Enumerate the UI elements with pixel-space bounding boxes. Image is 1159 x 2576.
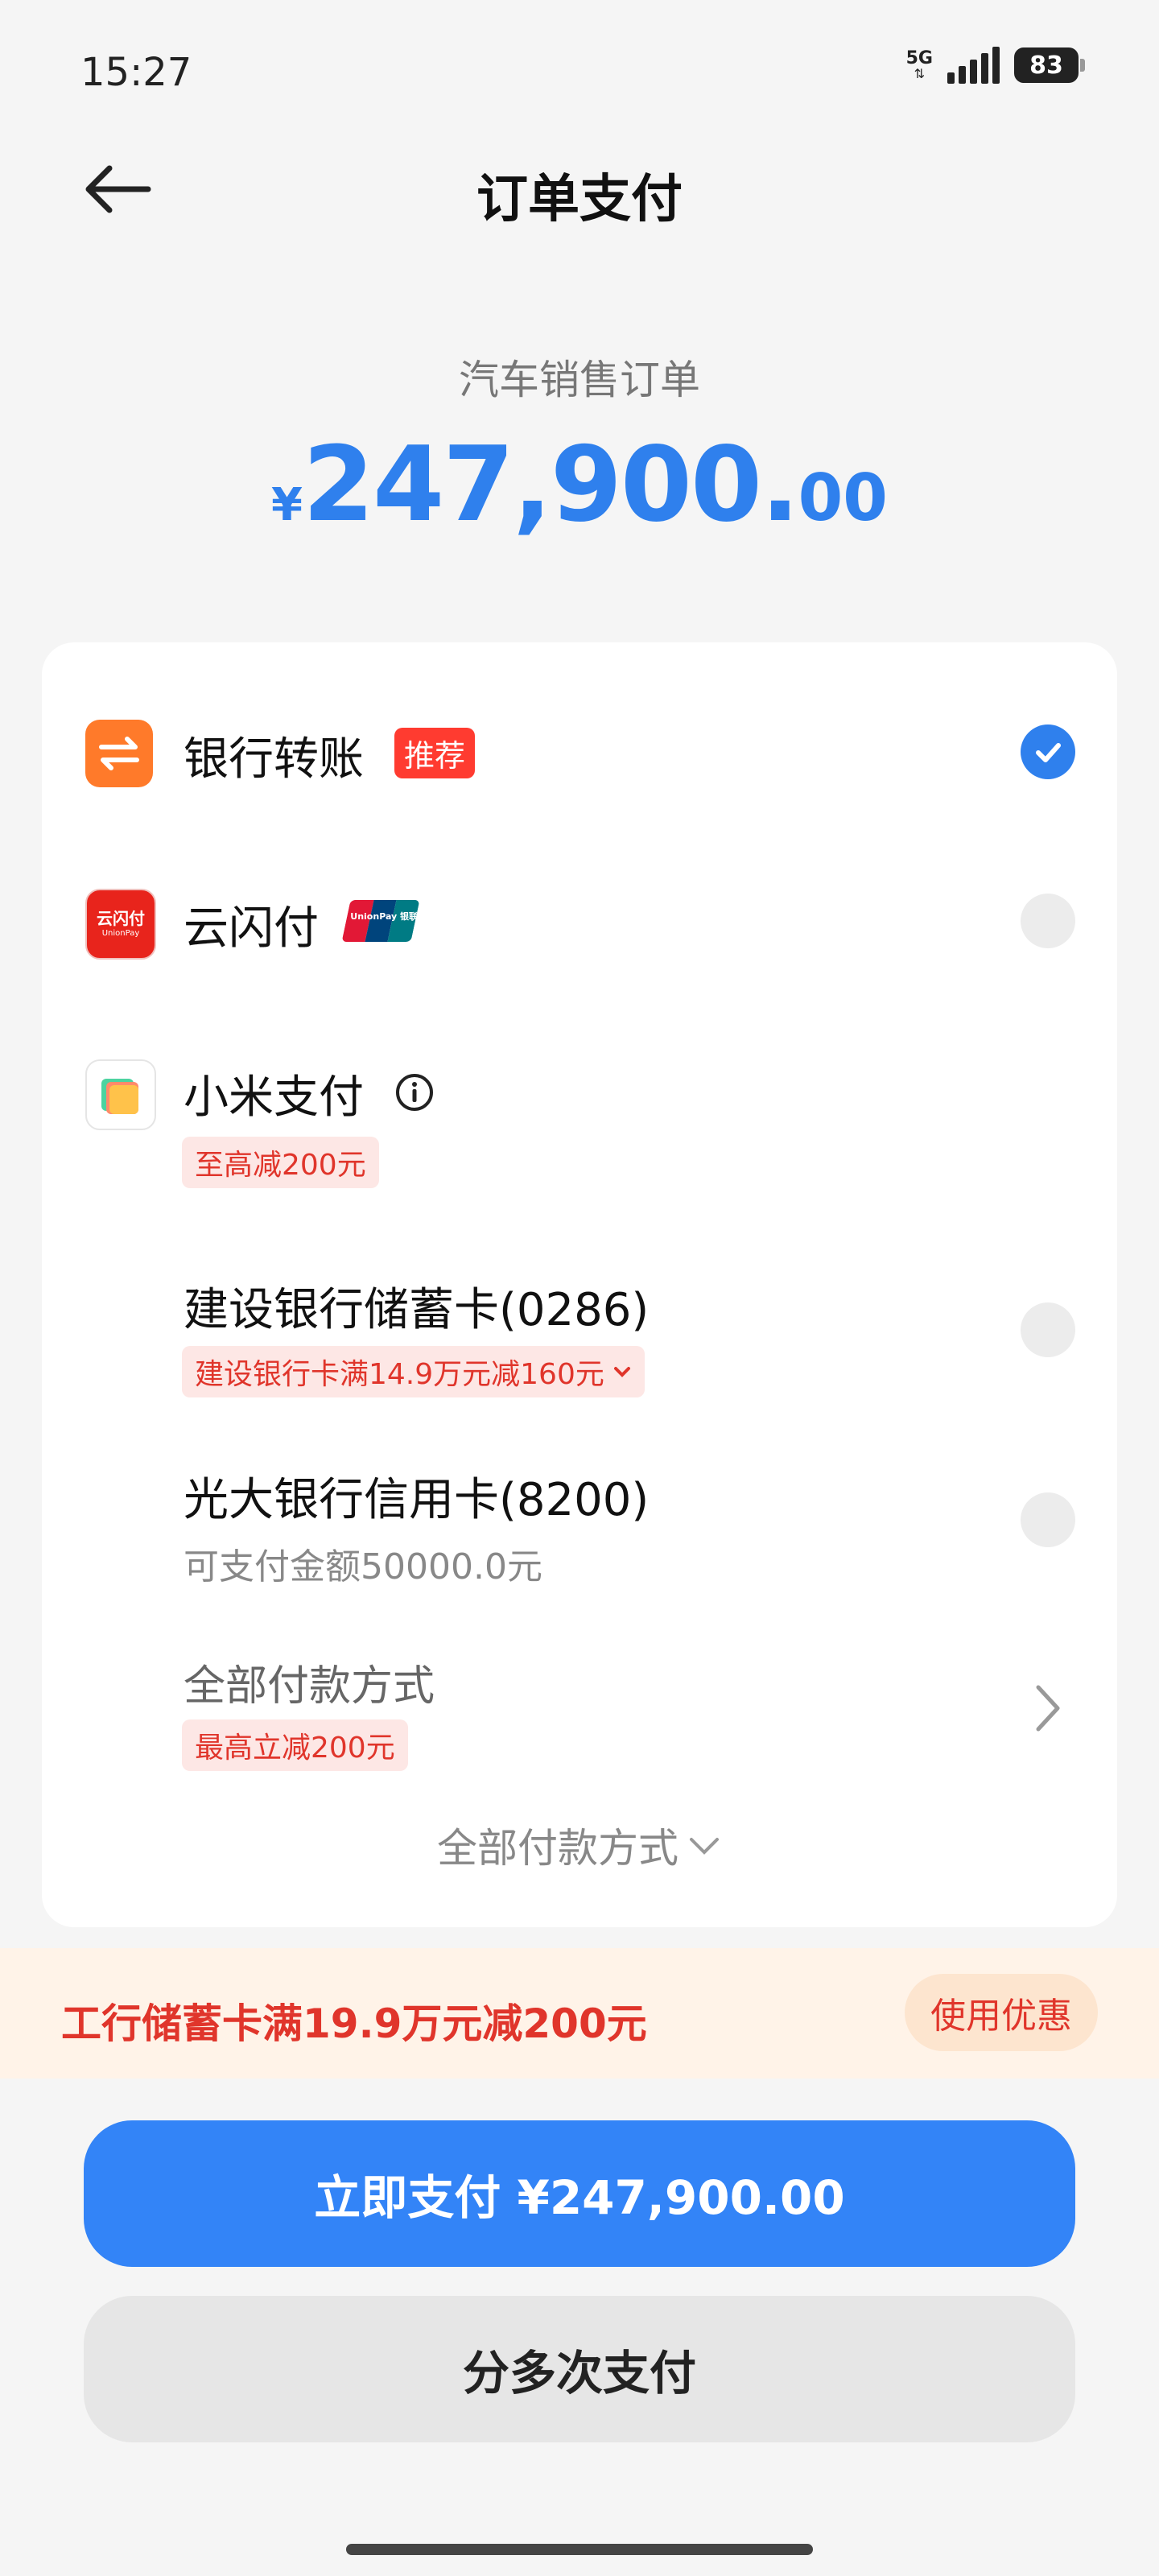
chevron-right-icon [1032,1682,1064,1737]
ccb-card-promo-text: 建设银行卡满14.9万元减160元 [195,1358,604,1391]
cloud-pay-icon-sub: UnionPay [101,929,140,938]
pay-now-button[interactable]: 立即支付 ¥247,900.00 [84,2120,1075,2267]
all-methods-label: 全部付款方式 [184,1662,435,1711]
info-icon[interactable] [394,1072,435,1113]
ceb-card-radio[interactable] [1021,1492,1075,1547]
bank-transfer-radio[interactable] [1021,724,1075,779]
unionpay-logo-text: UnionPay 银联 [350,911,419,922]
amount-integer: 247,900. [303,425,800,545]
battery-icon: 83 [1014,47,1085,83]
unionpay-logo: UnionPay 银联 [341,900,420,942]
order-amount: ¥247,900.00 [0,425,1159,545]
order-subtitle: 汽车销售订单 [459,357,700,403]
use-discount-button[interactable]: 使用优惠 [905,1974,1098,2051]
page-title: 订单支付 [476,170,683,229]
ccb-card-promo[interactable]: 建设银行卡满14.9万元减160元 [182,1346,645,1397]
split-payment-button[interactable]: 分多次支付 [84,2296,1075,2442]
expand-all-methods-label: 全部付款方式 [437,1825,678,1872]
battery-level: 83 [1029,51,1063,80]
bank-transfer-icon [85,720,153,787]
status-time: 15:27 [80,50,192,95]
cloud-pay-label: 云闪付 [184,902,319,955]
chevron-down-icon [690,1838,719,1855]
cloud-pay-icon-text: 云闪付 [97,909,145,928]
ccb-card-label: 建设银行储蓄卡(0286) [184,1284,650,1336]
recommend-badge: 推荐 [394,728,476,778]
network-indicator: 5G ⇅ [905,48,933,81]
ceb-card-label: 光大银行信用卡(8200) [184,1474,650,1526]
chevron-down-icon [613,1367,630,1377]
cloud-pay-radio[interactable] [1021,894,1075,948]
mi-pay-label: 小米支付 [184,1071,364,1124]
home-indicator[interactable] [346,2544,813,2555]
mi-pay-promo: 至高减200元 [182,1137,379,1188]
promo-banner-text: 工行储蓄卡满19.9万元减200元 [61,2000,647,2047]
mi-pay-icon [85,1059,156,1130]
check-icon [1036,743,1061,762]
status-icons: 5G ⇅ 83 [905,47,1085,84]
cloud-pay-icon: 云闪付 UnionPay [85,889,156,960]
network-type: 5G [905,48,933,68]
ccb-card-radio[interactable] [1021,1302,1075,1357]
amount-decimal: 00 [798,460,888,535]
signal-icon [947,47,1000,84]
expand-all-methods[interactable]: 全部付款方式 [0,1816,1159,1874]
ceb-card-available: 可支付金额50000.0元 [184,1546,542,1587]
bank-transfer-label: 银行转账 [184,733,364,786]
all-methods-promo: 最高立减200元 [182,1719,408,1771]
amount-currency: ¥ [271,479,303,531]
